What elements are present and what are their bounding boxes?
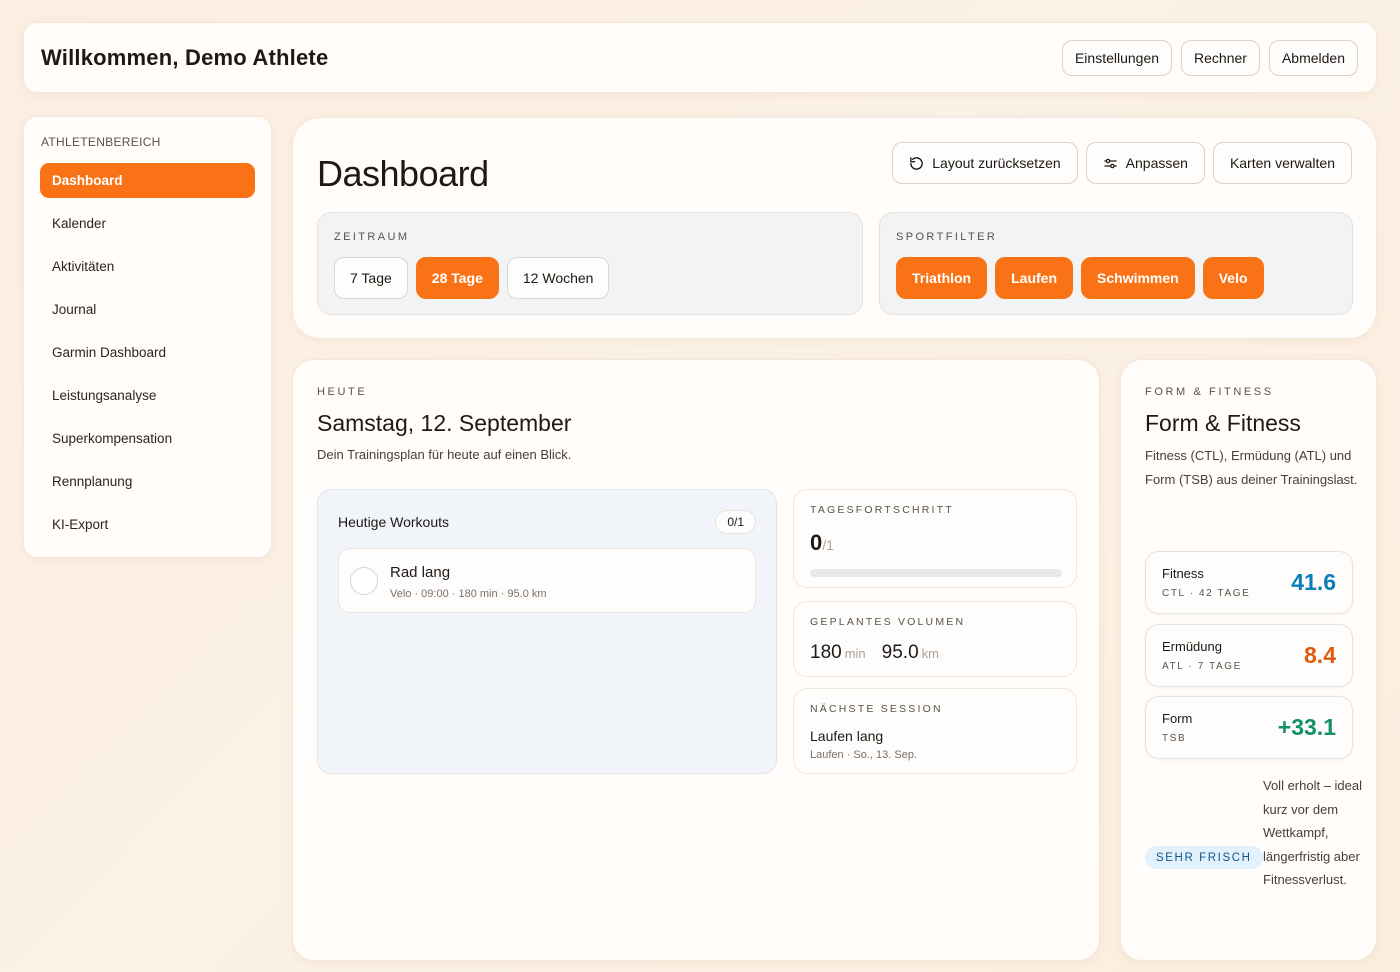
sport-laufen[interactable]: Laufen bbox=[995, 257, 1074, 299]
form-description: Fitness (CTL), Ermüdung (ATL) und Form (… bbox=[1145, 448, 1358, 487]
metric-fitness-sub: CTL · 42 TAGE bbox=[1162, 588, 1251, 599]
workouts-title: Heutige Workouts bbox=[338, 514, 450, 530]
customize-label: Anpassen bbox=[1125, 155, 1188, 171]
status-badge: SEHR FRISCH bbox=[1145, 846, 1263, 869]
metric-fatigue-label: Ermüdung bbox=[1162, 639, 1222, 654]
metric-form: Form TSB +33.1 bbox=[1145, 696, 1353, 759]
metric-fatigue: Ermüdung ATL · 7 TAGE 8.4 bbox=[1145, 624, 1353, 687]
workouts-count-badge: 0/1 bbox=[715, 510, 756, 534]
today-date: Samstag, 12. September bbox=[317, 410, 572, 436]
metric-fatigue-sub: ATL · 7 TAGE bbox=[1162, 661, 1242, 672]
timeframe-28-days[interactable]: 28 Tage bbox=[415, 257, 499, 299]
rotate-ccw-icon bbox=[909, 156, 924, 171]
manage-cards-button[interactable]: Karten verwalten bbox=[1212, 142, 1352, 184]
timeframe-7-days[interactable]: 7 Tage bbox=[334, 257, 408, 299]
next-session-name: Laufen lang bbox=[810, 728, 884, 744]
sidebar-item-ki-export[interactable]: KI-Export bbox=[40, 507, 255, 542]
sportfilter-caption: SPORTFILTER bbox=[896, 231, 998, 243]
planned-volume-caption: GEPLANTES VOLUMEN bbox=[810, 616, 966, 628]
sport-schwimmen[interactable]: Schwimmen bbox=[1081, 257, 1195, 299]
form-title: Form & Fitness bbox=[1145, 410, 1301, 436]
form-eyebrow: FORM & FITNESS bbox=[1145, 386, 1274, 398]
daily-progress-card: TAGESFORTSCHRITT 0/1 bbox=[793, 489, 1077, 588]
welcome-title: Willkommen, Demo Athlete bbox=[41, 44, 329, 70]
next-session-card: NÄCHSTE SESSION Laufen lang Laufen · So.… bbox=[793, 688, 1077, 774]
metric-form-label: Form bbox=[1162, 711, 1193, 726]
volume-minutes-unit: min bbox=[844, 646, 866, 661]
logout-button[interactable]: Abmelden bbox=[1268, 39, 1358, 76]
next-session-caption: NÄCHSTE SESSION bbox=[810, 703, 943, 715]
workout-meta: Velo · 09:00 · 180 min · 95.0 km bbox=[390, 588, 547, 600]
workout-item[interactable]: Rad lang Velo · 09:00 · 180 min · 95.0 k… bbox=[338, 548, 756, 613]
daily-progress-caption: TAGESFORTSCHRITT bbox=[810, 504, 954, 516]
timeframe-options: 7 Tage 28 Tage 12 Wochen bbox=[334, 257, 846, 299]
timeframe-filter: ZEITRAUM 7 Tage 28 Tage 12 Wochen bbox=[317, 212, 863, 315]
sidebar-caption: ATHLETENBEREICH bbox=[41, 135, 161, 149]
next-session-meta: Laufen · So., 13. Sep. bbox=[810, 749, 918, 761]
sidebar-item-leistungsanalyse[interactable]: Leistungsanalyse bbox=[40, 378, 255, 413]
sidebar: ATHLETENBEREICH Dashboard Kalender Aktiv… bbox=[23, 116, 272, 558]
sidebar-item-journal[interactable]: Journal bbox=[40, 292, 255, 327]
settings-button[interactable]: Einstellungen bbox=[1061, 39, 1173, 76]
page-title: Dashboard bbox=[317, 153, 489, 194]
workout-name: Rad lang bbox=[390, 564, 451, 581]
metric-form-sub: TSB bbox=[1162, 733, 1187, 744]
reset-layout-button[interactable]: Layout zurücksetzen bbox=[892, 142, 1078, 184]
metric-form-value: +33.1 bbox=[1277, 714, 1336, 740]
timeframe-12-weeks[interactable]: 12 Wochen bbox=[506, 257, 610, 299]
today-subtitle: Dein Trainingsplan für heute auf einen B… bbox=[317, 447, 572, 462]
top-actions: Einstellungen Rechner Abmelden bbox=[1061, 39, 1358, 76]
sidebar-item-garmin-dashboard[interactable]: Garmin Dashboard bbox=[40, 335, 255, 370]
daily-progress-bar bbox=[810, 569, 1062, 577]
planned-volume-card: GEPLANTES VOLUMEN 180 min 95.0 km bbox=[793, 601, 1077, 677]
sliders-icon bbox=[1103, 156, 1118, 171]
sport-velo[interactable]: Velo bbox=[1202, 257, 1264, 299]
reset-layout-label: Layout zurücksetzen bbox=[932, 155, 1061, 171]
form-fitness-card: FORM & FITNESS Form & Fitness Fitness (C… bbox=[1120, 359, 1377, 961]
dashboard-header-card: Dashboard Layout zurücksetzen Anpassen K… bbox=[292, 117, 1377, 339]
planned-volume-values: 180 min 95.0 km bbox=[810, 642, 939, 664]
dashboard-actions: Layout zurücksetzen Anpassen Karten verw… bbox=[892, 142, 1352, 184]
metric-fitness: Fitness CTL · 42 TAGE 41.6 bbox=[1145, 551, 1353, 614]
today-card: HEUTE Samstag, 12. September Dein Traini… bbox=[292, 359, 1100, 961]
metric-fatigue-value: 8.4 bbox=[1304, 642, 1336, 668]
todays-workouts: Heutige Workouts 0/1 Rad lang Velo · 09:… bbox=[317, 489, 777, 774]
workout-done-checkbox[interactable] bbox=[350, 567, 378, 595]
calculator-button[interactable]: Rechner bbox=[1181, 39, 1260, 76]
sidebar-item-aktivitaeten[interactable]: Aktivitäten bbox=[40, 249, 255, 284]
volume-distance: 95.0 bbox=[881, 642, 919, 663]
timeframe-caption: ZEITRAUM bbox=[334, 231, 410, 243]
status-text: Voll erholt – ideal kurz vor dem Wettkam… bbox=[1263, 778, 1363, 887]
sidebar-item-kalender[interactable]: Kalender bbox=[40, 206, 255, 241]
today-eyebrow: HEUTE bbox=[317, 386, 368, 398]
volume-distance-unit: km bbox=[921, 646, 939, 661]
progress-total: /1 bbox=[822, 537, 834, 553]
sidebar-item-superkompensation[interactable]: Superkompensation bbox=[40, 421, 255, 456]
sport-triathlon[interactable]: Triathlon bbox=[896, 257, 988, 299]
daily-progress-value: 0/1 bbox=[810, 530, 834, 556]
volume-minutes: 180 bbox=[810, 642, 842, 663]
customize-button[interactable]: Anpassen bbox=[1085, 142, 1205, 184]
metric-fitness-value: 41.6 bbox=[1291, 569, 1336, 595]
progress-done: 0 bbox=[810, 530, 823, 555]
sport-filter: SPORTFILTER Triathlon Laufen Schwimmen V… bbox=[879, 212, 1353, 315]
sidebar-item-dashboard[interactable]: Dashboard bbox=[40, 163, 255, 198]
metric-fitness-label: Fitness bbox=[1162, 566, 1204, 581]
top-bar: Willkommen, Demo Athlete Einstellungen R… bbox=[23, 22, 1377, 93]
sidebar-item-rennplanung[interactable]: Rennplanung bbox=[40, 464, 255, 499]
sportfilter-options: Triathlon Laufen Schwimmen Velo bbox=[896, 257, 1336, 299]
